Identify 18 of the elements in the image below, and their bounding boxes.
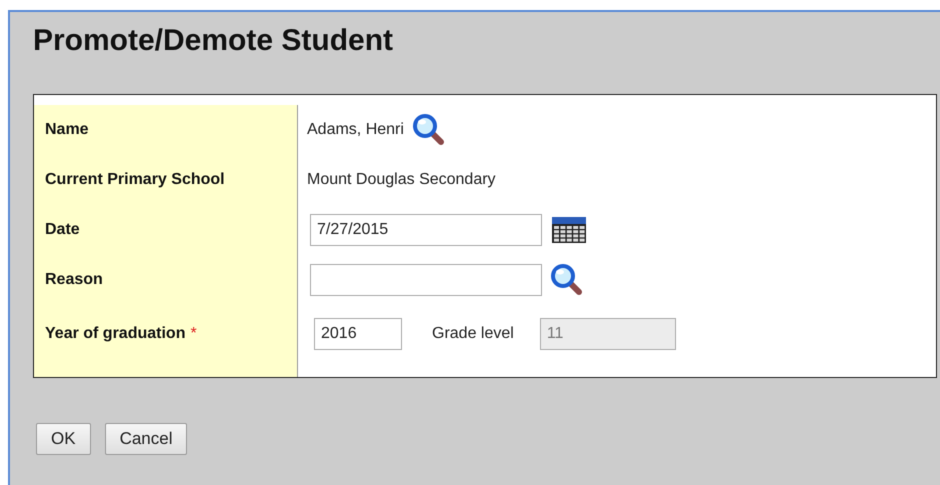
date-field[interactable]: 7/27/2015 (310, 214, 542, 246)
field-label: Year of graduation (45, 325, 186, 343)
field-label: Name (45, 121, 89, 139)
dialog-button[interactable]: OK (36, 423, 91, 455)
search-icon[interactable] (412, 113, 446, 147)
year-field[interactable]: 2016 (314, 318, 402, 350)
required-marker: * (190, 325, 197, 343)
field-value: Adams, Henri (307, 121, 404, 139)
field-label: Date (45, 221, 80, 239)
page-title: Promote/Demote Student (33, 23, 394, 59)
field-label: Reason (45, 271, 103, 289)
dialog-button[interactable]: Cancel (104, 423, 188, 455)
reason-field[interactable] (310, 264, 542, 296)
field-label: Grade level (432, 325, 514, 343)
field-value: Mount Douglas Secondary (307, 171, 496, 189)
calendar-icon[interactable] (552, 217, 586, 243)
field-label: Current Primary School (45, 171, 225, 189)
search-icon[interactable] (550, 263, 584, 297)
